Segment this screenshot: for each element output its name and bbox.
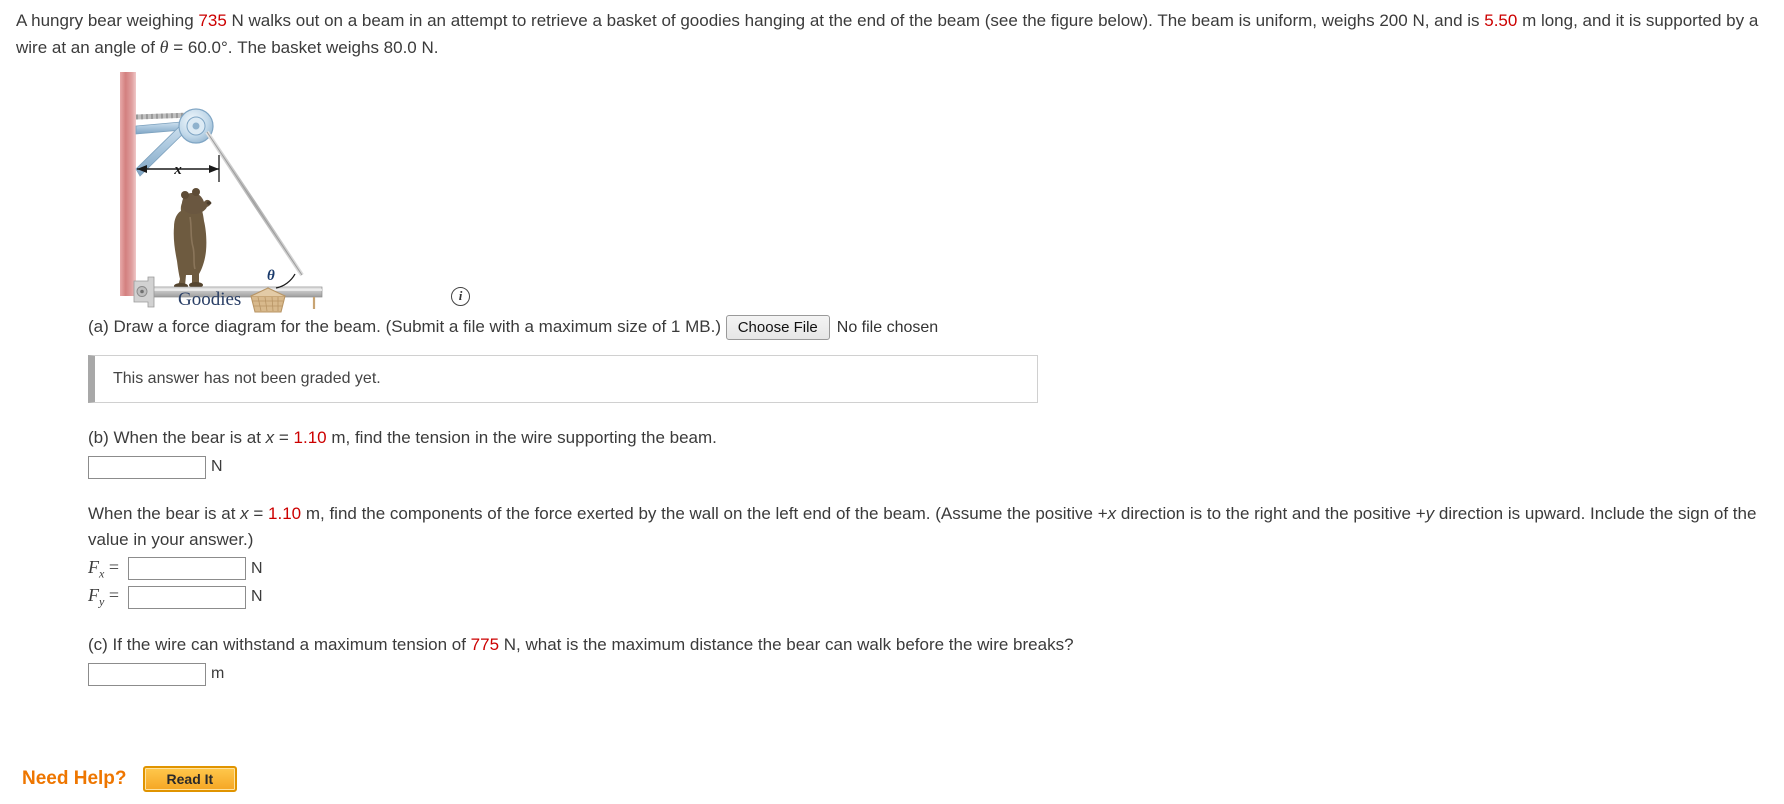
part-b-x-value: 1.10: [293, 427, 327, 447]
pulley-hub: [192, 122, 200, 130]
fx-letter: F: [88, 556, 99, 577]
part-b-answer-input[interactable]: [88, 455, 206, 479]
part-a-line: (a) Draw a force diagram for the beam. (…: [88, 314, 1768, 341]
part-b-equals: =: [274, 427, 294, 447]
beam-bear-diagram: x θ: [120, 72, 323, 309]
components-text-mid2: direction is to the right and the positi…: [1116, 503, 1426, 523]
components-block: When the bear is at x = 1.10 m, find the…: [88, 501, 1768, 610]
fy-equals: =: [108, 585, 119, 606]
problem-text-part2: N walks out on a beam in an attempt to r…: [226, 11, 1485, 30]
x-arrow-right: [209, 165, 219, 173]
part-b-answer-row: N: [88, 455, 1768, 479]
x-label: x: [173, 162, 182, 178]
fx-row: Fx = N: [88, 557, 1768, 582]
fx-label: Fx =: [88, 557, 128, 582]
part-b-question: (b) When the bear is at x = 1.10 m, find…: [88, 425, 1768, 451]
choose-file-button[interactable]: Choose File: [725, 315, 830, 341]
fx-equals: =: [108, 556, 119, 577]
theta-symbol: θ: [159, 37, 169, 57]
need-help-section: Need Help? Read It: [22, 766, 238, 792]
part-c-block: (c) If the wire can withstand a maximum …: [88, 632, 1768, 686]
problem-statement: A hungry bear weighing 735 N walks out o…: [16, 8, 1768, 61]
part-c-answer-row: m: [88, 662, 1768, 686]
components-text-pre: When the bear is at: [88, 503, 241, 523]
bear-snout: [206, 201, 212, 205]
file-upload-row: Choose File No file chosen: [725, 315, 939, 341]
part-c-question: (c) If the wire can withstand a maximum …: [88, 632, 1768, 658]
no-file-chosen-text: No file chosen: [836, 318, 939, 336]
components-x-symbol: x: [240, 503, 249, 523]
components-text-mid: m, find the components of the force exer…: [301, 503, 1108, 523]
goodies-group: Goodies: [178, 285, 289, 315]
problem-page: A hungry bear weighing 735 N walks out o…: [0, 0, 1784, 686]
read-it-button[interactable]: Read It: [142, 766, 238, 792]
part-c-unit: m: [211, 665, 225, 683]
beam-length-value: 5.50: [1484, 11, 1518, 30]
theta-label: θ: [267, 268, 275, 284]
part-b-text-pre: (b) When the bear is at: [88, 427, 266, 447]
part-a-block: (a) Draw a force diagram for the beam. (…: [88, 314, 1768, 403]
fy-input[interactable]: [128, 585, 246, 609]
wall-hinge: [133, 276, 155, 308]
fy-label: Fy =: [88, 585, 128, 610]
bear-ear-right: [192, 188, 200, 196]
components-plus-x: x: [1107, 503, 1117, 523]
part-c-text-post: N, what is the maximum distance the bear…: [499, 634, 1074, 654]
goodies-label: Goodies: [178, 289, 242, 310]
need-help-label: Need Help?: [22, 768, 127, 789]
info-icon[interactable]: i: [451, 287, 470, 306]
problem-text-part1: A hungry bear weighing: [16, 11, 199, 30]
fy-letter: F: [88, 585, 99, 606]
part-b-text-post: m, find the tension in the wire supporti…: [326, 427, 717, 447]
part-b-block: (b) When the bear is at x = 1.10 m, find…: [88, 425, 1768, 479]
fx-input[interactable]: [128, 557, 246, 581]
part-a-label: (a) Draw a force diagram for the beam. (…: [88, 317, 721, 336]
fy-subscript: y: [99, 594, 105, 609]
support-wire-core: [206, 131, 303, 276]
part-c-text-pre: (c) If the wire can withstand a maximum …: [88, 634, 471, 654]
part-b-unit: N: [211, 458, 223, 476]
fy-unit: N: [251, 588, 263, 606]
bear-ear-left: [181, 191, 189, 199]
fx-unit: N: [251, 559, 263, 577]
grading-status-box: This answer has not been graded yet.: [88, 354, 1038, 403]
grading-status-text: This answer has not been graded yet.: [113, 369, 381, 387]
components-equals: =: [248, 503, 269, 523]
fx-subscript: x: [99, 566, 105, 581]
part-c-tension-value: 775: [470, 634, 500, 654]
part-b-x-symbol: x: [265, 427, 275, 447]
components-plus-y: y: [1425, 503, 1435, 523]
bear-weight-value: 735: [198, 11, 227, 30]
components-x-value: 1.10: [268, 503, 302, 523]
bear-figure: [173, 188, 212, 289]
wall: [120, 72, 136, 296]
fy-row: Fy = N: [88, 585, 1768, 610]
part-c-answer-input[interactable]: [88, 662, 206, 686]
problem-figure: x θ Goodies i: [106, 69, 546, 314]
components-question: When the bear is at x = 1.10 m, find the…: [88, 501, 1768, 553]
problem-text-part4: = 60.0°. The basket weighs 80.0 N.: [168, 38, 439, 57]
basket-icon: [250, 287, 287, 313]
